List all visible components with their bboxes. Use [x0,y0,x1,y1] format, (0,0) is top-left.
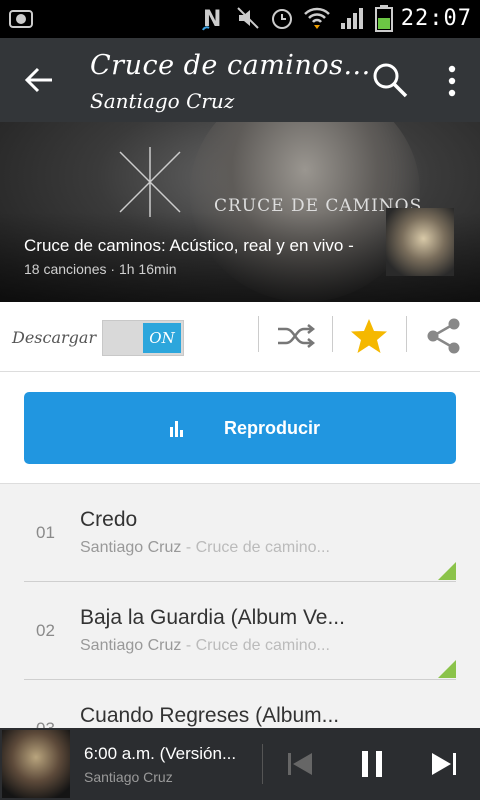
previous-track-icon[interactable] [286,750,314,778]
divider [332,316,333,352]
divider [258,316,259,352]
alarm-icon [271,9,292,29]
track-subtitle: Santiago Cruz - Cruce de camino... [80,637,330,655]
track-number: 03 [36,719,55,728]
page-subtitle: Santiago Cruz [90,89,235,113]
download-label: Descargar [12,328,97,347]
track-list: 01 Credo Santiago Cruz - Cruce de camino… [0,484,480,728]
track-subtitle: Santiago Cruz - Cruce de camino... [80,539,330,557]
shuffle-icon[interactable] [276,322,316,350]
status-bar: N 22:07 [0,0,480,38]
downloaded-marker-icon [438,562,456,580]
track-artist: Santiago Cruz [80,637,182,654]
album-banner: CRUCE DE CAMINOS Cruce de caminos: Acúst… [0,122,480,302]
track-title: Cuando Regreses (Album... [80,704,340,727]
signal-icon [340,8,363,29]
action-bar: Cruce de caminos... Santiago Cruz [0,38,480,122]
favorite-star-icon[interactable] [349,316,389,356]
nfc-n-icon: N [201,7,221,32]
divider [262,744,263,784]
battery-icon [374,5,393,32]
track-title: Baja la Guardia (Album Ve... [80,606,345,629]
equalizer-icon [170,421,183,437]
track-number: 01 [36,523,55,542]
track-row[interactable]: 02 Baja la Guardia (Album Ve... Santiago… [0,582,480,680]
divider [406,316,407,352]
track-row[interactable]: 03 Cuando Regreses (Album... [0,680,480,728]
back-arrow-icon[interactable] [22,64,56,96]
track-title: Credo [80,508,138,531]
album-cover-thumbnail[interactable] [386,208,454,276]
now-playing-artist: Santiago Cruz [84,769,173,785]
toggle-knob: ON [143,323,181,353]
overflow-menu-icon[interactable] [440,62,464,100]
search-icon[interactable] [370,60,410,100]
clock: 22:07 [400,5,472,31]
page-title: Cruce de caminos... [90,50,371,81]
now-playing-cover[interactable] [2,730,70,798]
compass-decoration-icon [119,147,181,217]
track-album: - Cruce de camino... [181,637,330,654]
now-playing-bar[interactable]: 6:00 a.m. (Versión... Santiago Cruz [0,728,480,800]
track-row[interactable]: 01 Credo Santiago Cruz - Cruce de camino… [0,484,480,582]
download-toggle[interactable]: ON [102,320,184,356]
wifi-icon [303,7,330,29]
screenshot-icon [9,10,33,28]
album-title: Cruce de caminos: Acústico, real y en vi… [24,236,354,255]
downloaded-marker-icon [438,660,456,678]
track-artist: Santiago Cruz [80,539,182,556]
play-area: Reproducir [0,372,480,484]
track-album: - Cruce de camino... [181,539,330,556]
play-all-label: Reproducir [224,418,321,438]
album-meta: 18 canciones · 1h 16min [24,261,177,277]
pause-icon[interactable] [356,748,388,780]
play-all-button[interactable]: Reproducir [24,392,456,464]
share-icon[interactable] [424,316,464,356]
track-number: 02 [36,621,55,640]
now-playing-title: 6:00 a.m. (Versión... [84,744,237,763]
next-track-icon[interactable] [430,750,458,778]
album-options-row: Descargar ON [0,302,480,372]
mute-icon [237,7,259,29]
